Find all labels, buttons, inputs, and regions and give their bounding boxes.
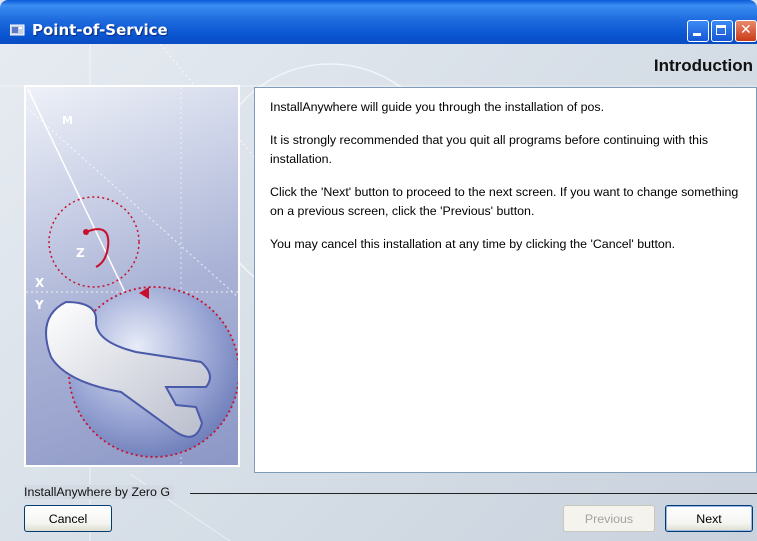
- side-graphic-panel: M Z X Y: [24, 85, 240, 467]
- installer-branding: InstallAnywhere by Zero G: [24, 485, 174, 499]
- intro-paragraph-4: You may cancel this installation at any …: [270, 237, 676, 251]
- next-button[interactable]: Next: [665, 505, 753, 532]
- page-title: Introduction: [653, 56, 753, 75]
- side-letter-y: Y: [34, 298, 44, 312]
- side-letter-x: X: [35, 276, 45, 290]
- maximize-icon[interactable]: [711, 20, 733, 42]
- previous-button[interactable]: Previous: [563, 505, 655, 532]
- side-letter-m: M: [62, 114, 73, 127]
- introduction-text-panel: InstallAnywhere will guide you through t…: [254, 87, 757, 473]
- side-letter-z: Z: [76, 246, 85, 260]
- intro-paragraph-3: Click the 'Next' button to proceed to th…: [270, 185, 739, 218]
- installer-app-icon: [10, 24, 25, 36]
- title-bar[interactable]: Point-of-Service: [0, 0, 757, 44]
- close-icon[interactable]: [735, 20, 757, 42]
- branding-divider: [190, 493, 757, 494]
- intro-paragraph-2: It is strongly recommended that you quit…: [270, 133, 709, 166]
- cancel-button[interactable]: Cancel: [24, 505, 112, 532]
- intro-paragraph-1: InstallAnywhere will guide you through t…: [270, 100, 605, 114]
- window-title: Point-of-Service: [32, 21, 168, 39]
- minimize-icon[interactable]: [687, 20, 709, 42]
- installanywhere-wrench-graphic: M Z X Y: [26, 87, 238, 465]
- installer-window: Point-of-Service Introduction: [0, 0, 757, 541]
